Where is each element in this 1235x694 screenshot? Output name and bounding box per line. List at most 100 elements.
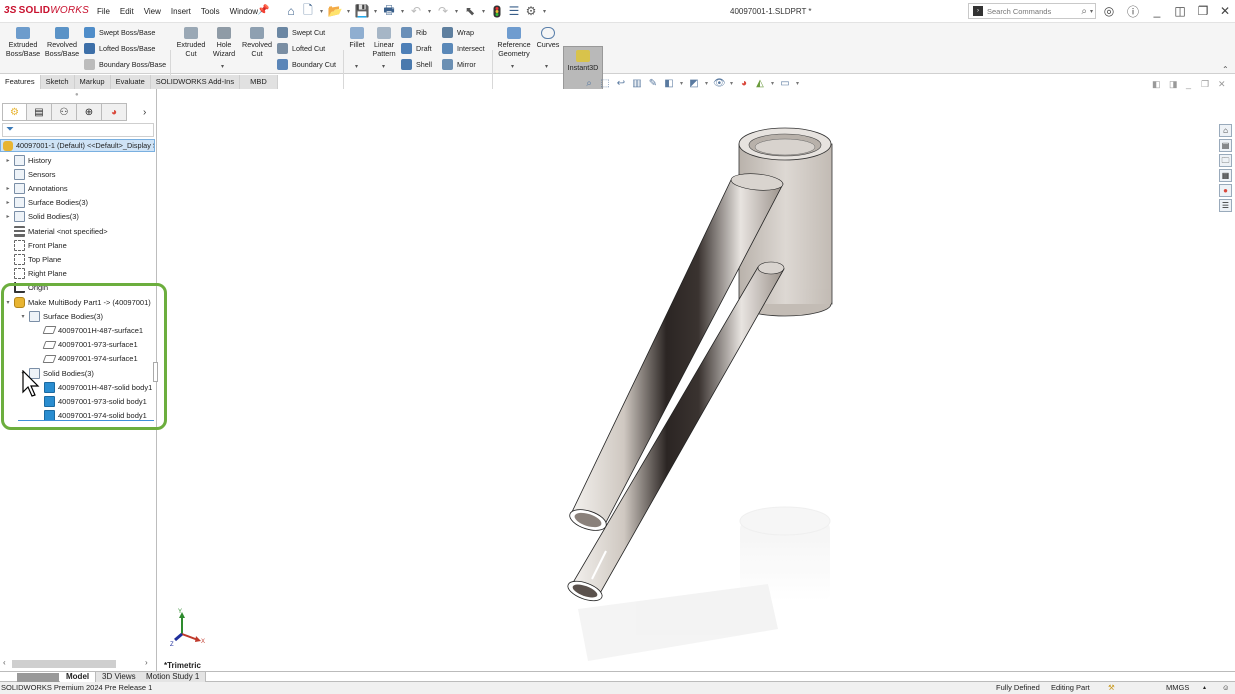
collapse-ribbon-icon[interactable]: ⌃ [1222,65,1229,74]
configurationmanager-tab-icon[interactable]: ⚇ [52,103,77,121]
tree-item[interactable]: ▸ Annotations [4,181,68,195]
tab-motion-study[interactable]: Motion Study 1 [140,672,207,682]
horizontal-scrollbar[interactable]: ‹ › [0,658,155,670]
dimxpertmanager-tab-icon[interactable]: ⊕ [77,103,102,121]
customize-status-icon[interactable]: ☺ [1222,682,1230,694]
tree-item[interactable]: Right Plane [4,267,67,281]
boundary-boss-button[interactable]: Boundary Boss/Base [84,58,166,70]
edit-appearance-icon[interactable]: ◕ [738,78,750,89]
draft-button[interactable]: Draft [401,42,432,54]
revolved-cut-button[interactable]: Revolved Cut [240,27,274,58]
section-view-icon[interactable]: ▥ [631,78,643,89]
user-account-icon[interactable]: ◎ [1100,3,1118,19]
units-dropdown-icon[interactable]: ▴ [1203,682,1206,694]
lofted-cut-button[interactable]: Lofted Cut [277,42,325,54]
open-icon[interactable]: 📂 [328,4,343,18]
new-document-icon[interactable]: 🗋 [301,3,315,18]
display-style-icon[interactable]: ◩ [688,78,700,89]
apply-scene-icon[interactable]: ◭ [754,78,766,89]
chevron-down-icon[interactable]: ▾ [679,80,684,87]
curves-dropdown-icon[interactable]: ▾ [545,63,548,70]
tree-item[interactable]: ▸ History [4,153,51,167]
doc-close-icon[interactable]: ✕ [1218,79,1226,90]
search-icon[interactable]: ⌕ [1081,6,1087,17]
reference-geometry-button[interactable]: Reference Geometry [495,27,533,58]
appearances-icon[interactable]: ● [1219,184,1232,197]
tree-root-part[interactable]: 40097001-1 (Default) <<Default>_Display … [0,139,155,152]
tab-navigation-buttons[interactable] [17,673,59,682]
tree-item[interactable]: Material <not specified> [4,224,108,238]
chevron-down-icon[interactable]: ▾ [480,8,487,15]
fillet-dropdown-icon[interactable]: ▾ [355,63,358,70]
hole-wizard-dropdown-icon[interactable]: ▾ [221,63,224,70]
filter-input[interactable]: ⏷ [2,123,154,137]
menu-view[interactable]: View [139,7,166,16]
tab-sketch[interactable]: Sketch [40,75,75,89]
expand-arrow-icon[interactable]: ▸ [4,199,12,206]
tree-item[interactable]: Top Plane [4,252,61,266]
expand-arrow-icon[interactable]: ▸ [4,157,12,164]
tab-model[interactable]: Model [60,672,97,682]
design-library-icon[interactable]: ▤ [1219,139,1232,152]
chevron-down-icon[interactable]: ▾ [1090,8,1093,15]
extruded-boss-button[interactable]: Extruded Boss/Base [4,27,42,58]
tree-item[interactable]: ▸ Solid Bodies(3) [4,210,79,224]
menu-tools[interactable]: Tools [196,7,225,16]
chevron-down-icon[interactable]: ▾ [345,8,352,15]
displaymanager-tab-icon[interactable]: ◕ [102,103,127,121]
scrollbar-thumb[interactable] [12,660,116,668]
view-palette-icon[interactable]: ▦ [1219,169,1232,182]
reference-geometry-dropdown-icon[interactable]: ▾ [511,63,514,70]
solidworks-resources-icon[interactable]: ⌂ [1219,124,1232,137]
fillet-button[interactable]: Fillet [346,27,368,50]
chevron-down-icon[interactable]: ▾ [318,8,325,15]
chevron-down-icon[interactable]: ▾ [729,80,734,87]
close-icon[interactable]: ✕ [1216,3,1234,19]
chevron-down-icon[interactable]: ▾ [372,8,379,15]
doc-minimize-icon[interactable]: _ [1186,79,1191,89]
curves-button[interactable]: Curves [535,27,561,50]
undo-icon[interactable]: ↶ [409,4,423,18]
hide-show-items-icon[interactable]: 👁 [713,78,726,89]
intersect-button[interactable]: Intersect [442,42,485,54]
linear-pattern-button[interactable]: Linear Pattern [369,27,399,58]
next-document-icon[interactable]: ◨ [1169,79,1178,90]
scroll-left-icon[interactable]: ‹ [3,658,6,667]
chevron-down-icon[interactable]: ▾ [426,8,433,15]
save-icon[interactable]: 💾 [355,4,370,18]
zoom-to-fit-icon[interactable]: ⌕ [583,78,595,89]
tab-markup[interactable]: Markup [74,75,111,89]
solidworks-logo[interactable]: 3S SOLIDWORKS [4,5,89,16]
rebuild-status-icon[interactable]: ⚒ [1108,682,1115,694]
home-icon[interactable]: ⌂ [284,4,298,18]
file-properties-icon[interactable]: ☰ [507,4,521,18]
previous-document-icon[interactable]: ◧ [1152,79,1161,90]
tab-mbd[interactable]: MBD [240,75,278,89]
tab-evaluate[interactable]: Evaluate [110,75,151,89]
revolved-boss-button[interactable]: Revolved Boss/Base [43,27,81,58]
zoom-to-area-icon[interactable]: ⬚ [599,78,611,89]
pin-icon[interactable]: 📌 [257,5,269,16]
rebuild-icon[interactable] [490,4,504,18]
rib-button[interactable]: Rib [401,26,427,38]
swept-boss-button[interactable]: Swept Boss/Base [84,26,155,38]
previous-view-icon[interactable]: ↩ [615,78,627,89]
search-commands-input[interactable]: › Search Commands ⌕ ▾ [968,3,1096,19]
expand-arrow-icon[interactable]: ▸ [4,213,12,220]
wrap-button[interactable]: Wrap [442,26,474,38]
restore-icon[interactable]: ❐ [1194,3,1212,19]
menu-insert[interactable]: Insert [166,7,196,16]
menu-file[interactable]: File [92,7,115,16]
help-icon[interactable]: ⓘ [1124,3,1142,19]
panel-grip-icon[interactable]: ● [75,92,79,98]
tree-item[interactable]: Sensors [4,167,56,181]
custom-properties-icon[interactable]: ☰ [1219,199,1232,212]
lofted-boss-button[interactable]: Lofted Boss/Base [84,42,155,54]
minimize-icon[interactable]: _ [1148,3,1166,19]
tab-features[interactable]: Features [0,75,41,89]
more-tabs-icon[interactable]: › [143,107,146,118]
chevron-down-icon[interactable]: ▾ [399,8,406,15]
menu-edit[interactable]: Edit [115,7,139,16]
scroll-right-icon[interactable]: › [145,658,148,667]
tab-3d-views[interactable]: 3D Views [96,672,143,682]
